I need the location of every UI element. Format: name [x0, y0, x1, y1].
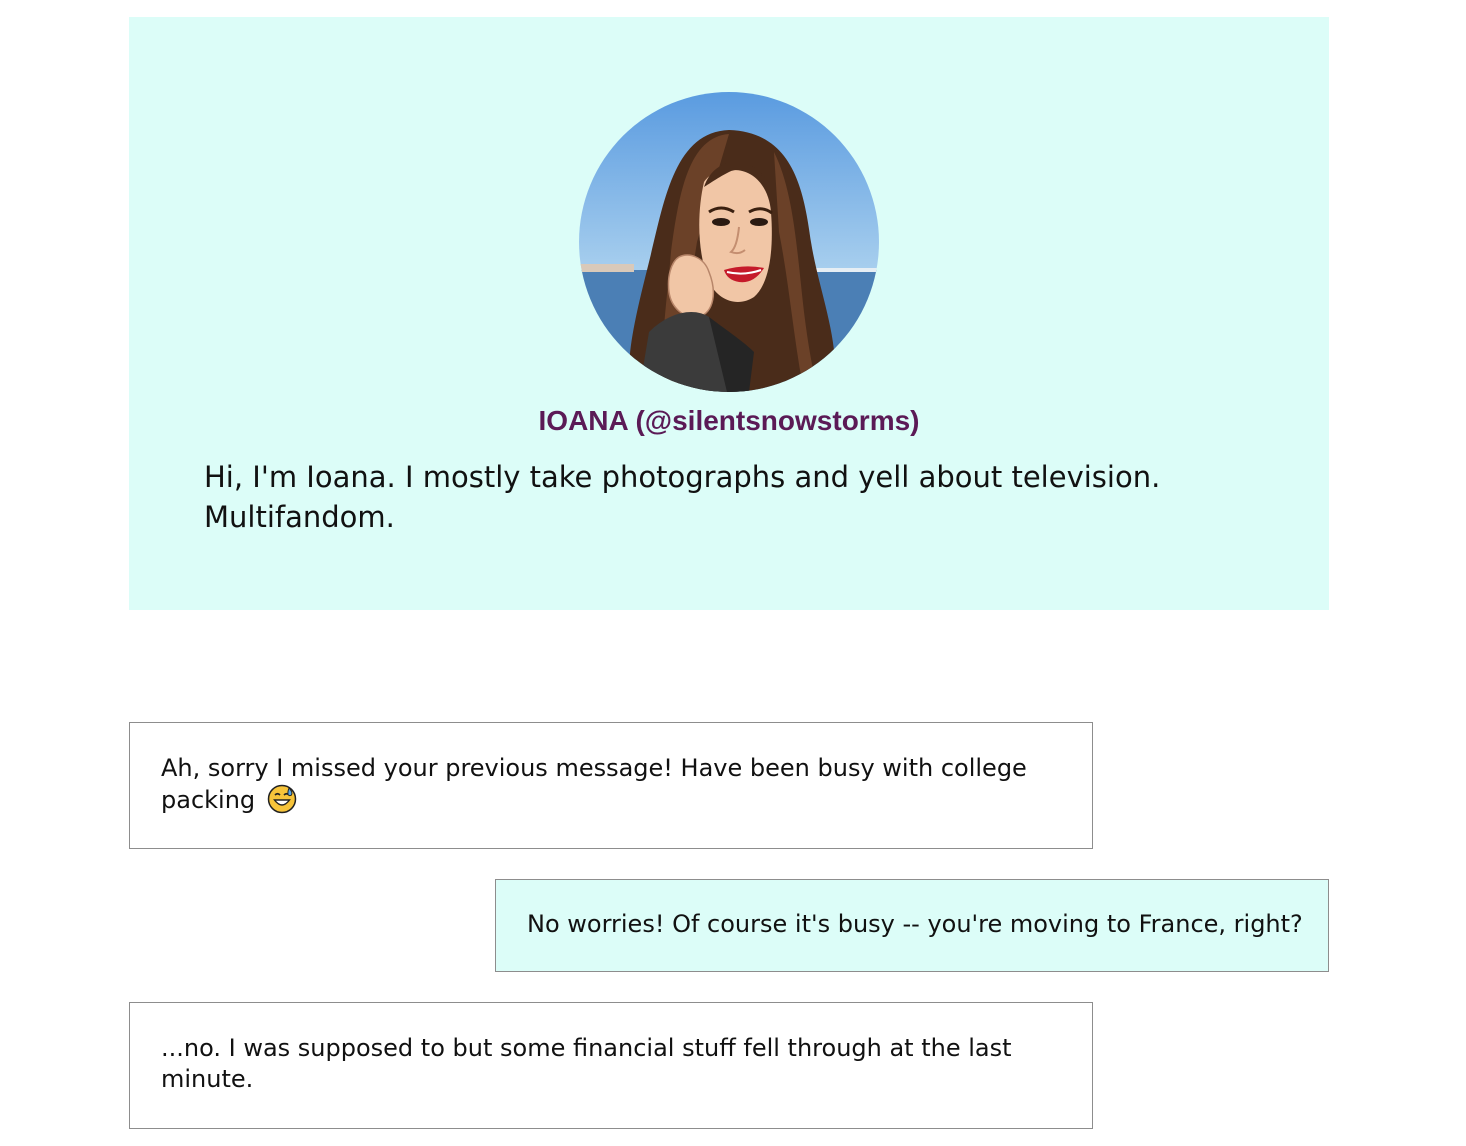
profile-name[interactable]: IOANA (@silentsnowstorms): [129, 405, 1329, 437]
message-bubble-incoming: Ah, sorry I missed your previous message…: [129, 722, 1093, 849]
message-text: No worries! Of course it's busy -- you'r…: [527, 910, 1303, 938]
message-bubble-outgoing: No worries! Of course it's busy -- you'r…: [495, 879, 1329, 972]
profile-bio: Hi, I'm Ioana. I mostly take photographs…: [204, 460, 1161, 534]
message-text: ...no. I was supposed to but some financ…: [161, 1034, 1012, 1093]
message-bubble-incoming: ...no. I was supposed to but some financ…: [129, 1002, 1093, 1129]
profile-card: IOANA (@silentsnowstorms) Hi, I'm Ioana.…: [129, 17, 1329, 610]
grinning-face-with-sweat-icon: [267, 784, 297, 822]
avatar-illustration: [579, 92, 879, 392]
profile-avatar[interactable]: [579, 92, 879, 392]
